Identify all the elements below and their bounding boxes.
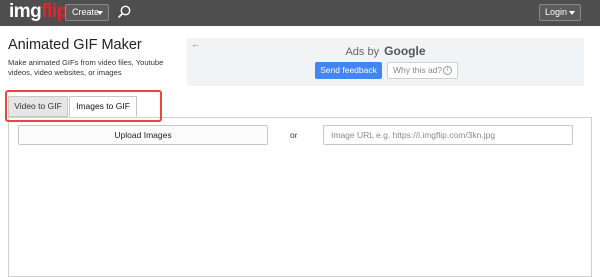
top-navbar: imgflip Create Login [0,0,600,26]
logo-text-main: img [9,1,42,22]
login-button[interactable]: Login [539,4,581,21]
logo-text-accent: flip [41,1,68,22]
why-this-ad-label: Why this ad? [393,65,443,75]
ad-container: ← Ads by Google Send feedback Why this a… [187,38,584,86]
login-button-label: Login [545,7,568,17]
google-brand: Google [384,44,426,58]
or-separator: or [290,130,298,140]
tab-highlight-box [5,90,162,122]
page-title: Animated GIF Maker [8,37,142,53]
why-this-ad-button[interactable]: Why this ad? i [387,62,458,79]
send-feedback-button[interactable]: Send feedback [315,62,382,79]
search-icon[interactable] [116,4,132,20]
info-icon: i [443,66,452,75]
chevron-down-icon [569,11,575,15]
create-button-label: Create [72,7,100,17]
imgflip-logo[interactable]: imgflip [9,2,68,22]
ads-by-label: Ads by [345,46,380,58]
image-url-input[interactable] [323,125,573,145]
ads-by-google: Ads by Google [187,44,584,58]
chevron-down-icon [97,11,103,15]
upload-images-button[interactable]: Upload Images [18,125,268,145]
create-menu-button[interactable]: Create [65,4,109,21]
page-description: Make animated GIFs from video files, You… [8,58,164,77]
